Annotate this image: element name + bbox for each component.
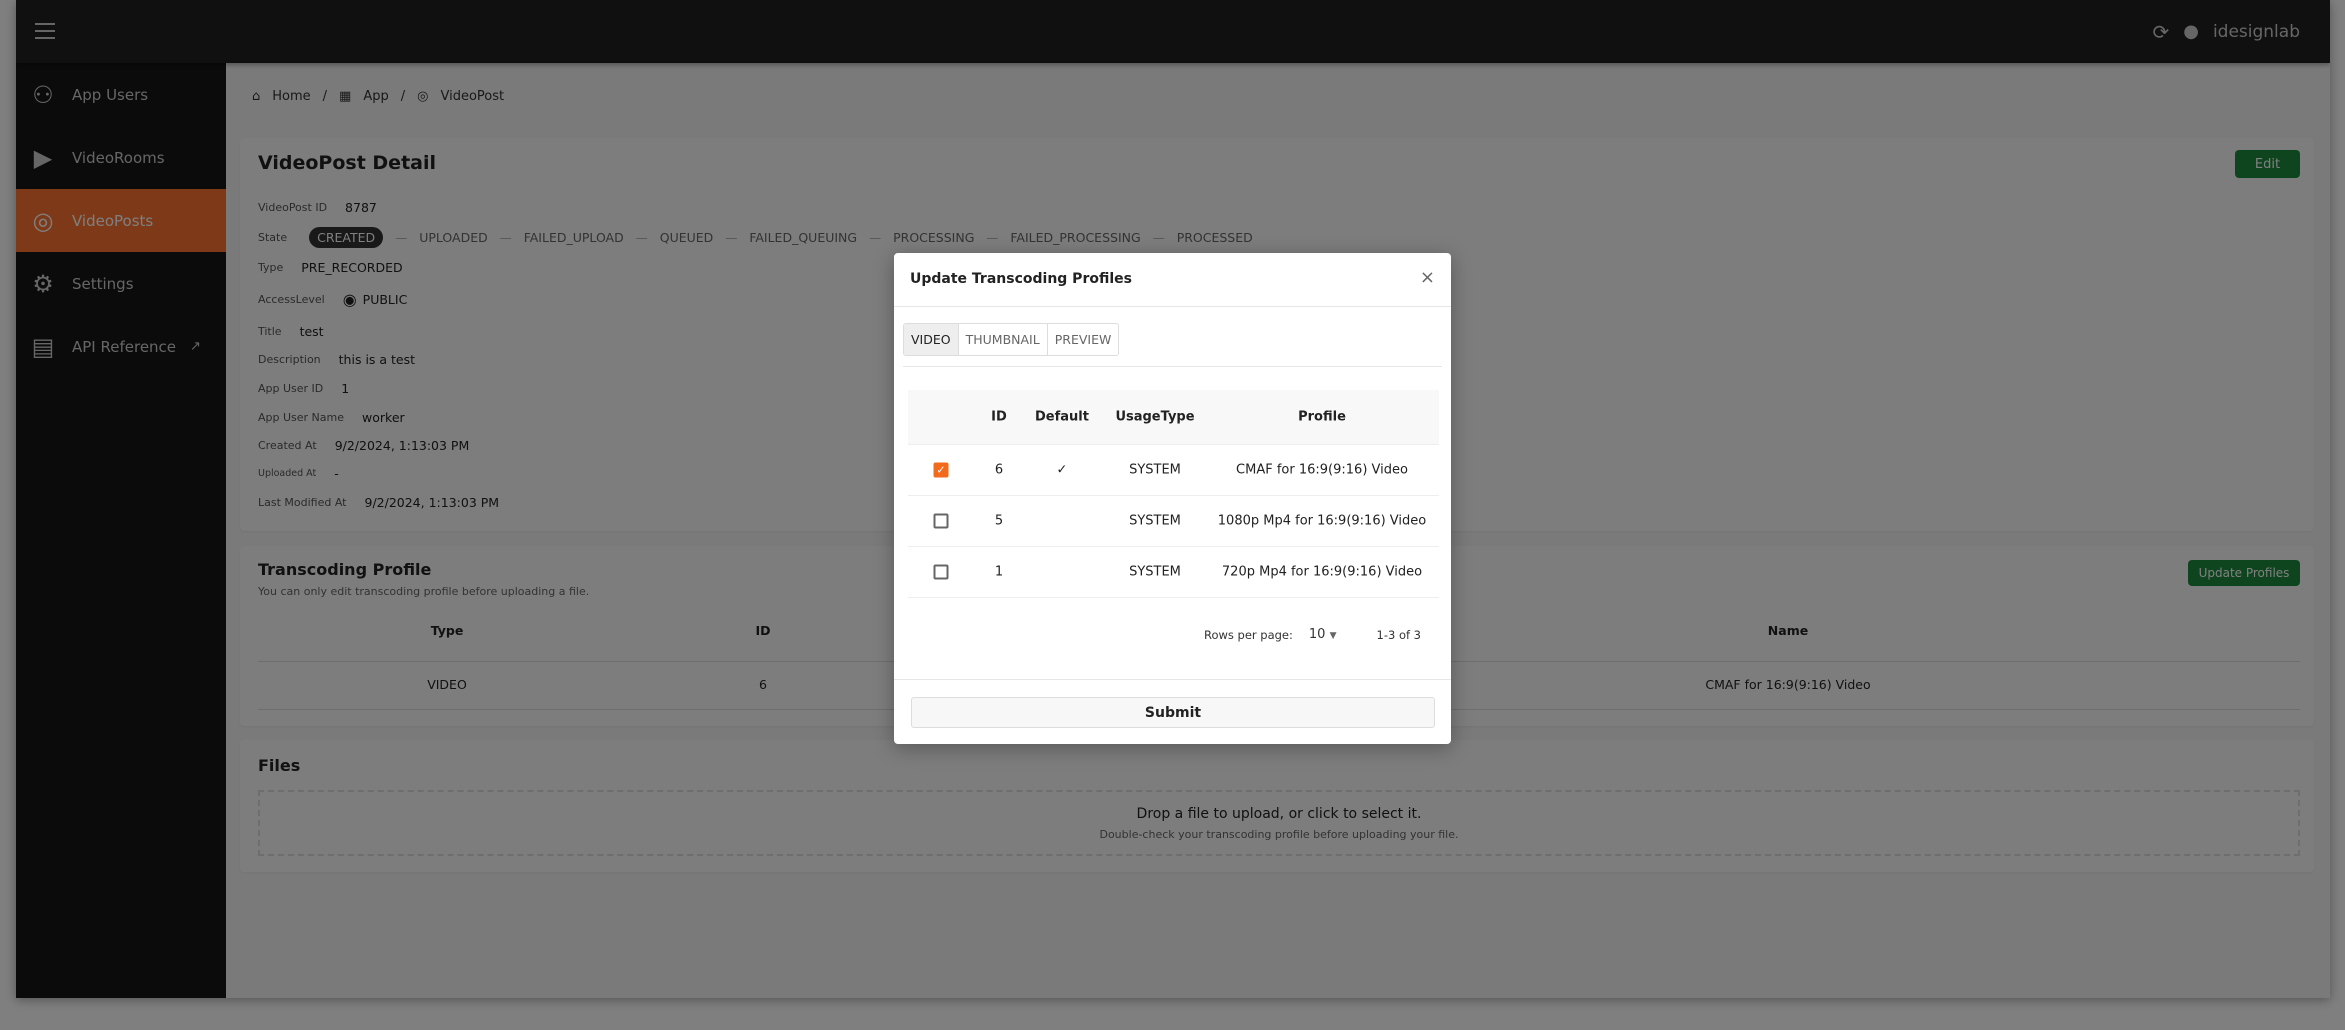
- row-checkbox[interactable]: [933, 513, 949, 529]
- pagination: Rows per page: 10 ▼ 1-3 of 3: [1203, 627, 1421, 642]
- close-icon[interactable]: ×: [1420, 267, 1435, 288]
- caret-down-icon: ▼: [1329, 631, 1337, 641]
- table-row[interactable]: ✓ 6 ✓ SYSTEM CMAF for 16:9(9:16) Video: [908, 445, 1439, 496]
- tab-video[interactable]: VIDEO: [904, 324, 959, 355]
- profile-type-tabs: VIDEO THUMBNAIL PREVIEW: [903, 323, 1120, 356]
- default-check-icon: ✓: [1056, 462, 1068, 478]
- row-checkbox[interactable]: ✓: [933, 462, 949, 478]
- rows-per-page-select[interactable]: 10 ▼: [1309, 627, 1337, 642]
- table-header: ID Default UsageType Profile: [908, 390, 1439, 445]
- tab-thumbnail[interactable]: THUMBNAIL: [958, 324, 1048, 355]
- submit-button[interactable]: Submit: [911, 697, 1435, 728]
- tab-preview[interactable]: PREVIEW: [1047, 324, 1119, 355]
- table-row[interactable]: 1 SYSTEM 720p Mp4 for 16:9(9:16) Video: [908, 547, 1439, 598]
- update-transcoding-profiles-dialog: Update Transcoding Profiles × VIDEO THUM…: [894, 253, 1451, 744]
- dialog-title: Update Transcoding Profiles: [910, 271, 1132, 287]
- table-row[interactable]: 5 SYSTEM 1080p Mp4 for 16:9(9:16) Video: [908, 496, 1439, 547]
- row-checkbox[interactable]: [933, 564, 949, 580]
